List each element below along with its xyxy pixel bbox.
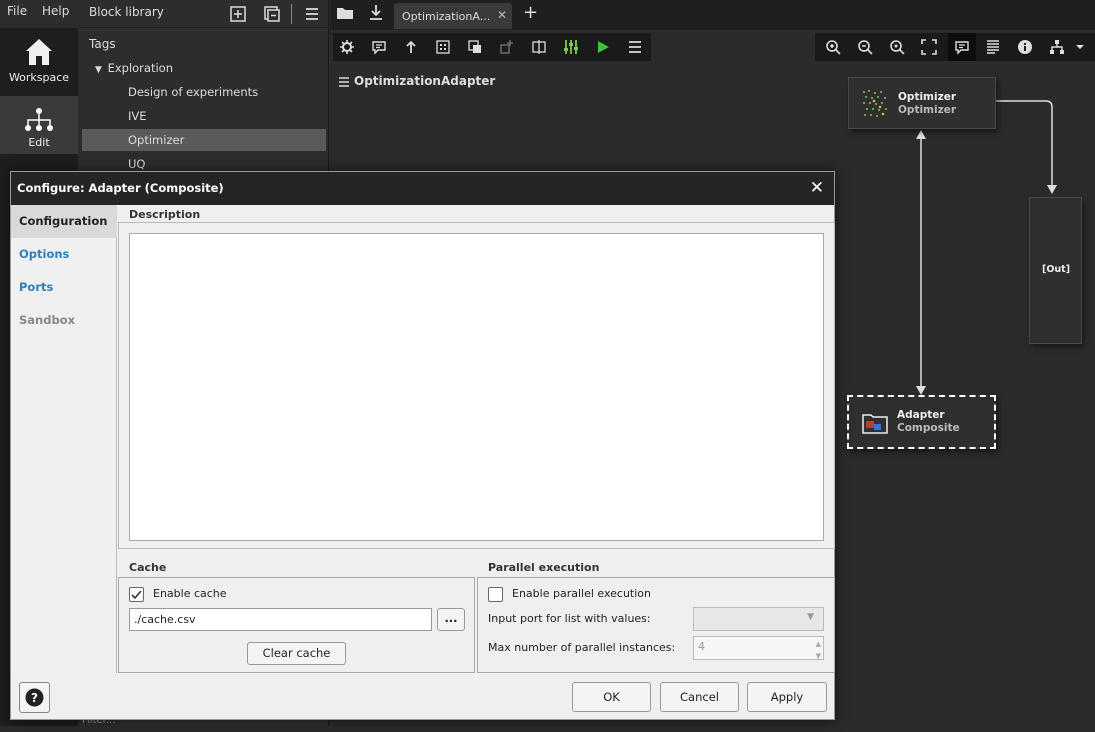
- menu-bar: File Help: [0, 0, 80, 28]
- close-tab-icon[interactable]: ✕: [497, 8, 507, 22]
- view-toolbar: [815, 33, 1095, 61]
- dialog-title-bar: Configure: Adapter (Composite) ✕: [11, 172, 834, 205]
- zoom-reset-icon[interactable]: [889, 39, 905, 55]
- enable-parallel-label: Enable parallel execution: [512, 587, 651, 600]
- tree-item-doe[interactable]: Design of experiments: [128, 81, 258, 103]
- hierarchy-icon[interactable]: [1049, 39, 1065, 55]
- description-textarea[interactable]: [129, 233, 824, 541]
- optimizer-name: Optimizer: [898, 91, 957, 103]
- comment-icon[interactable]: [371, 39, 387, 55]
- tags-label: Tags: [89, 37, 116, 51]
- grid-select-icon[interactable]: [435, 39, 451, 55]
- cache-group: Enable cache ./cache.csv ... Clear cache: [118, 577, 475, 673]
- node-adapter[interactable]: Adapter Composite: [847, 395, 996, 449]
- library-header: Block library: [80, 0, 329, 28]
- add-block-icon[interactable]: [229, 5, 247, 23]
- comment-bubble-icon: [955, 41, 969, 55]
- spin-down-icon[interactable]: ▼: [816, 646, 821, 666]
- ungroup-icon[interactable]: [499, 39, 515, 55]
- composite-folder-icon: [862, 414, 888, 434]
- workspace-label: Workspace: [8, 71, 70, 84]
- tab-label: OptimizationA...: [402, 10, 491, 23]
- tab-ports[interactable]: Ports: [11, 271, 117, 304]
- enable-parallel-checkbox[interactable]: [488, 587, 503, 602]
- menu-file[interactable]: File: [7, 4, 27, 18]
- svg-text:?: ?: [31, 691, 38, 705]
- edit-label: Edit: [28, 136, 50, 149]
- out-label: [Out]: [1042, 264, 1071, 275]
- clear-cache-button[interactable]: Clear cache: [247, 642, 346, 665]
- arrow-up-icon[interactable]: [403, 39, 419, 55]
- tab-options[interactable]: Options: [11, 238, 117, 271]
- edit-toolbar: [333, 33, 651, 61]
- workspace-button[interactable]: Workspace: [0, 32, 78, 90]
- adapter-name: Adapter: [897, 409, 945, 421]
- apply-button[interactable]: Apply: [747, 682, 827, 712]
- input-port-select[interactable]: ▼: [693, 607, 824, 631]
- tab-bar: OptimizationA... ✕ +: [330, 0, 1095, 30]
- toolbar-menu-icon[interactable]: [627, 39, 643, 55]
- adapter-type: Composite: [897, 422, 960, 434]
- zoom-out-icon[interactable]: [857, 39, 873, 55]
- run-play-icon[interactable]: [595, 39, 611, 55]
- parallel-group: Enable parallel execution Input port for…: [477, 577, 835, 673]
- dialog-title: Configure: Adapter (Composite): [17, 181, 224, 195]
- cancel-button[interactable]: Cancel: [660, 682, 739, 712]
- comments-toggle[interactable]: [948, 33, 976, 61]
- zoom-in-icon[interactable]: [825, 39, 841, 55]
- max-instances-value: 4: [698, 640, 705, 653]
- max-instances-spinbox[interactable]: 4 ▲ ▼: [693, 636, 824, 660]
- tab-sandbox[interactable]: Sandbox: [11, 304, 117, 337]
- sliders-icon[interactable]: [563, 39, 579, 55]
- tree-item-optimizer[interactable]: Optimizer: [82, 129, 326, 151]
- group-icon[interactable]: [467, 39, 483, 55]
- description-label: Description: [129, 208, 201, 221]
- menu-help[interactable]: Help: [42, 4, 69, 18]
- tree-group-exploration[interactable]: ▼ Exploration: [95, 57, 173, 79]
- enable-cache-label: Enable cache: [153, 587, 227, 600]
- help-button[interactable]: ?: [19, 682, 50, 713]
- help-icon: ?: [25, 688, 44, 707]
- info-icon[interactable]: [1017, 39, 1033, 55]
- enable-cache-checkbox[interactable]: [129, 587, 144, 602]
- checkmark-icon: [131, 590, 142, 600]
- dialog-sidebar: Configuration Options Ports Sandbox: [11, 205, 117, 673]
- add-tab-button[interactable]: +: [523, 2, 538, 23]
- optimizer-scatter-icon: [863, 90, 887, 117]
- toolbar-divider: [291, 4, 292, 24]
- tab-optimization-adapter[interactable]: OptimizationA... ✕: [394, 3, 512, 29]
- group-label: Exploration: [107, 61, 173, 75]
- open-folder-icon[interactable]: [336, 5, 354, 21]
- settings-icon[interactable]: [339, 39, 355, 55]
- chevron-down-icon: ▼: [807, 612, 814, 622]
- tree-item-ive[interactable]: IVE: [128, 105, 147, 127]
- tab-configuration[interactable]: Configuration: [11, 205, 117, 238]
- node-out[interactable]: [Out]: [1029, 197, 1082, 344]
- download-icon[interactable]: [368, 4, 384, 22]
- input-port-label: Input port for list with values:: [488, 612, 651, 625]
- fit-screen-icon[interactable]: [921, 39, 937, 55]
- close-icon[interactable]: ✕: [810, 172, 824, 204]
- edit-button[interactable]: Edit: [0, 96, 78, 154]
- network-icon: [25, 108, 53, 131]
- copy-block-icon[interactable]: [263, 5, 281, 23]
- align-text-icon[interactable]: [985, 39, 1001, 55]
- split-icon[interactable]: [531, 39, 547, 55]
- optimizer-type: Optimizer: [898, 104, 957, 116]
- home-icon: [26, 39, 52, 65]
- cache-label: Cache: [129, 561, 167, 574]
- expand-down-icon: ▼: [95, 65, 102, 75]
- parallel-label: Parallel execution: [488, 561, 600, 574]
- library-title: Block library: [89, 5, 164, 19]
- node-optimizer[interactable]: Optimizer Optimizer: [848, 77, 996, 129]
- description-group: [118, 222, 835, 549]
- ok-button[interactable]: OK: [572, 682, 651, 712]
- chevron-down-icon[interactable]: [1072, 39, 1088, 55]
- library-menu-icon[interactable]: [304, 6, 320, 22]
- cache-path-input[interactable]: ./cache.csv: [129, 608, 432, 631]
- configure-dialog: Configure: Adapter (Composite) ✕ Configu…: [10, 171, 835, 720]
- browse-button[interactable]: ...: [437, 608, 465, 631]
- max-instances-label: Max number of parallel instances:: [488, 641, 676, 654]
